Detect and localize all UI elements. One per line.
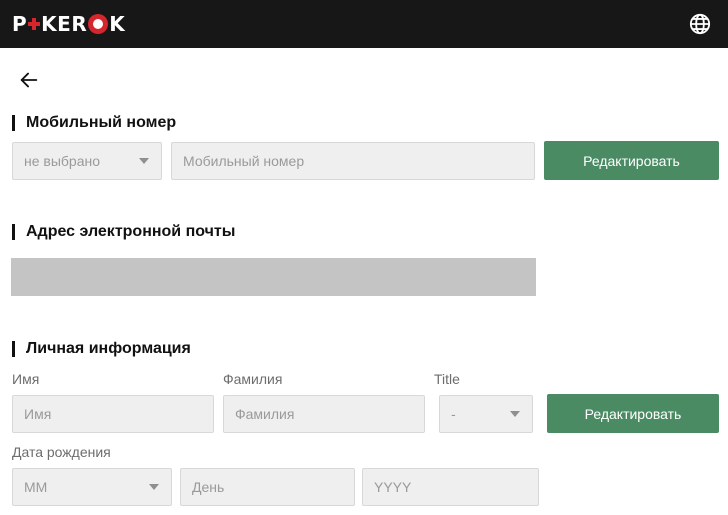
logo-letter-p: P [12,12,28,36]
last-name-label: Фамилия [223,371,283,387]
dob-year-input[interactable] [374,469,538,505]
first-name-field[interactable] [12,395,214,433]
section-title-mobile: Мобильный номер [12,114,176,132]
dob-day-input[interactable] [192,469,354,505]
pokerok-logo[interactable]: P KER K [12,11,125,37]
last-name-input[interactable] [235,396,424,432]
chevron-down-icon [139,158,149,164]
globe-icon[interactable] [689,13,711,35]
title-label: Title [434,371,460,387]
logo-cross-icon [28,18,41,30]
last-name-field[interactable] [223,395,425,433]
country-code-select[interactable]: не выбрано [12,142,162,180]
chevron-down-icon [149,484,159,490]
logo-letters-ker: KER [41,12,88,36]
dob-label: Дата рождения [12,444,111,460]
edit-personal-button[interactable]: Редактировать [547,394,719,433]
country-code-value: не выбрано [24,153,101,169]
dob-month-value: MM [24,479,48,495]
mobile-number-field[interactable] [171,142,535,180]
section-title-email: Адрес электронной почты [12,223,235,241]
title-select[interactable]: - [439,395,533,433]
dob-day-field[interactable] [180,468,355,506]
dob-year-field[interactable] [362,468,539,506]
arrow-left-icon[interactable] [18,69,40,91]
top-bar: P KER K [0,0,728,48]
title-select-value: - [451,406,456,422]
dob-month-select[interactable]: MM [12,468,172,506]
mobile-number-input[interactable] [183,143,534,179]
chevron-down-icon [510,411,520,417]
logo-chip-icon [88,14,109,34]
logo-letter-k: K [109,12,126,36]
first-name-label: Имя [12,371,40,387]
email-field-disabled [11,258,536,296]
section-title-personal: Личная информация [12,340,191,358]
edit-mobile-button[interactable]: Редактировать [544,141,719,180]
first-name-input[interactable] [24,396,213,432]
